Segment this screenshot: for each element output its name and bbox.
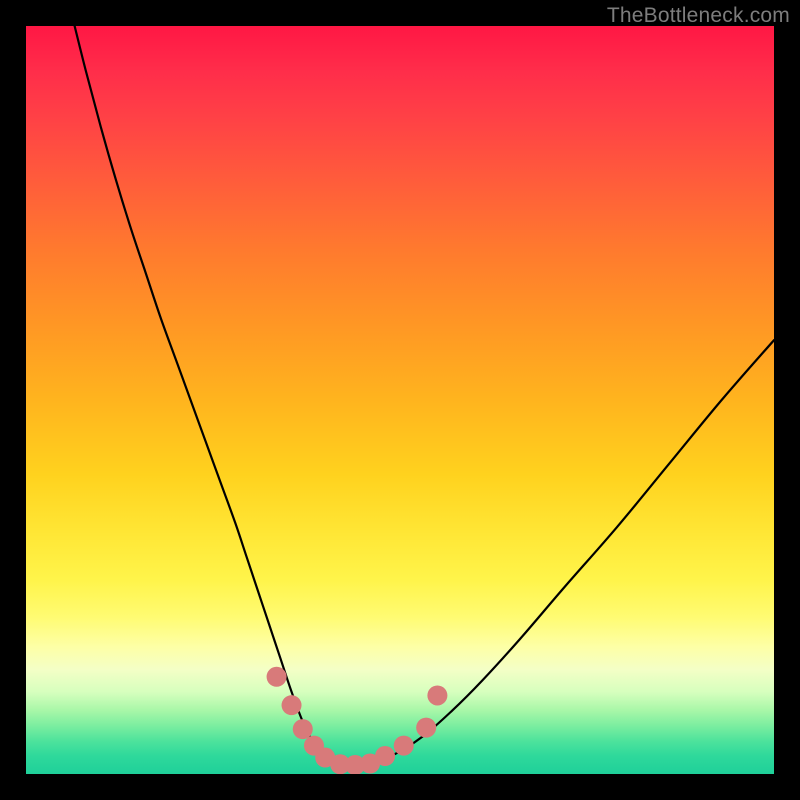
highlight-dot [282, 695, 302, 715]
chart-stage: TheBottleneck.com [0, 0, 800, 800]
highlight-dot [293, 719, 313, 739]
watermark-text: TheBottleneck.com [607, 4, 790, 28]
highlight-dot [427, 685, 447, 705]
plot-area [26, 26, 774, 774]
highlight-dots [267, 667, 448, 774]
markers-layer [26, 26, 774, 774]
highlight-dot [267, 667, 287, 687]
highlight-dot [375, 746, 395, 766]
highlight-dot [394, 736, 414, 756]
highlight-dot [416, 718, 436, 738]
